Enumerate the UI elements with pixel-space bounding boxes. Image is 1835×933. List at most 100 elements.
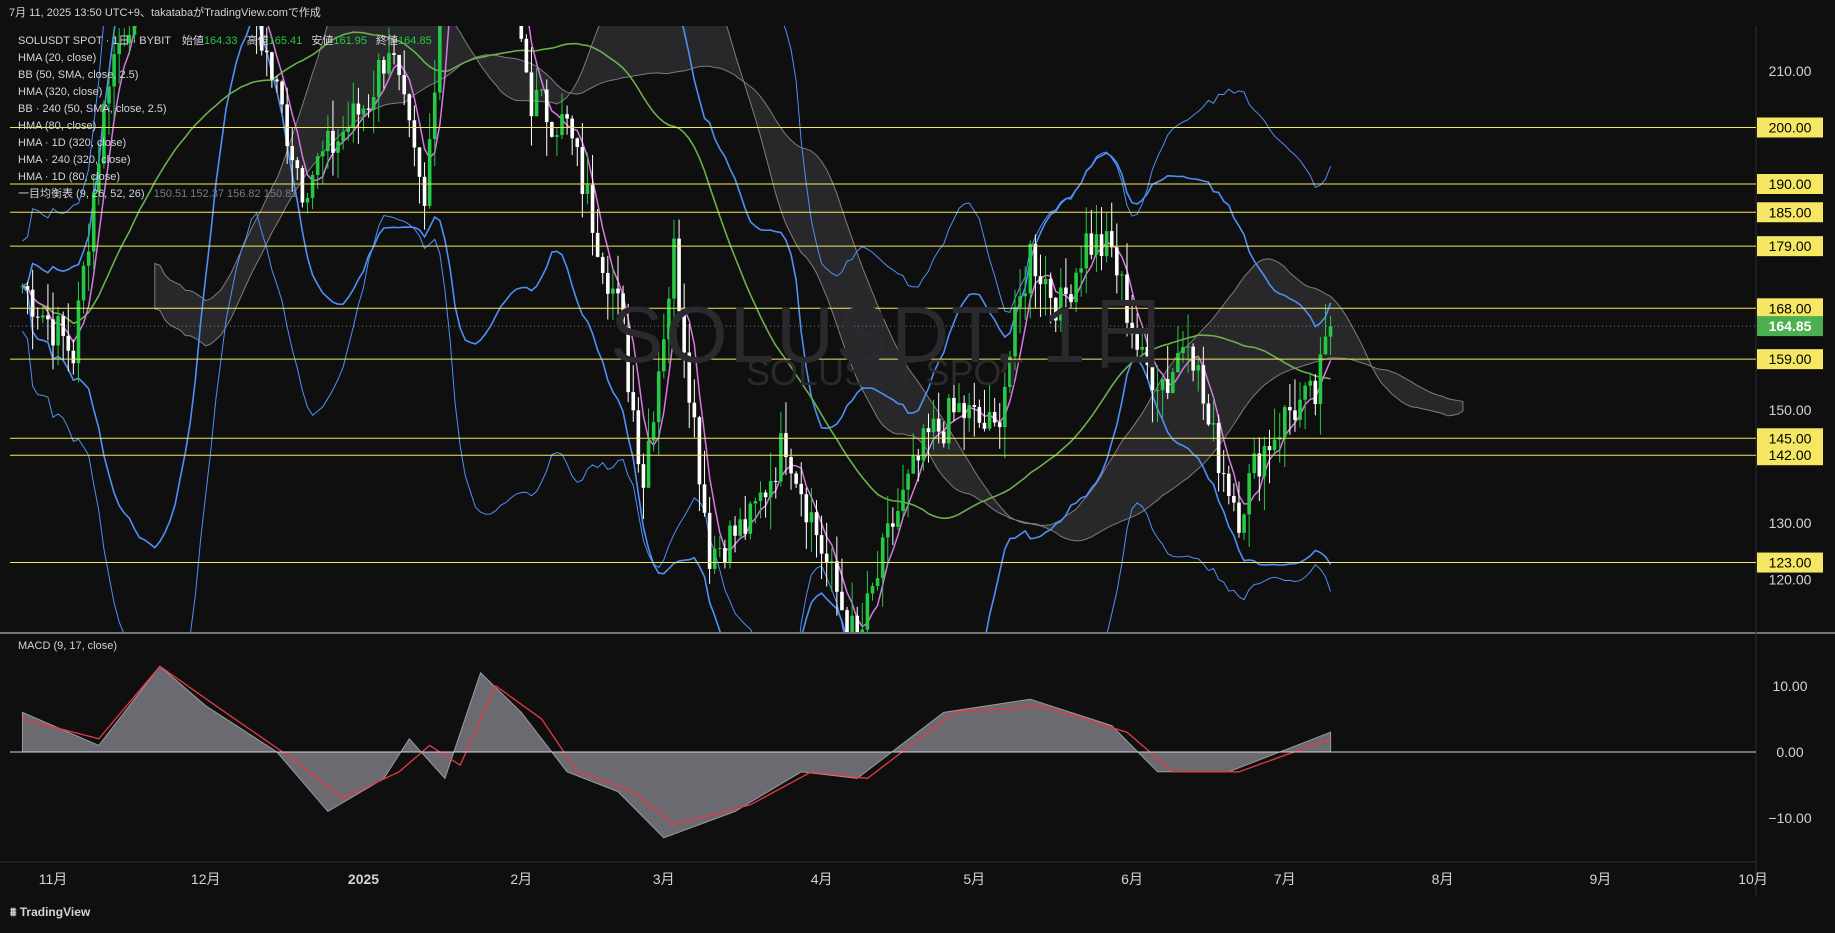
candle-body <box>809 512 814 523</box>
legend-indicator-hma1d-80[interactable]: HMA · 1D (80, close) <box>18 169 432 186</box>
candle-body <box>41 315 45 318</box>
candle-body <box>692 402 697 418</box>
legend-symbol-row[interactable]: SOLUSDT SPOT · 1日 · BYBIT 始値164.33 高値165… <box>18 33 432 50</box>
price-axis-tick-label: 210.00 <box>1769 63 1812 79</box>
candle-body <box>931 418 936 433</box>
legend-symbol: SOLUSDT SPOT · 1日 · BYBIT <box>18 35 171 47</box>
candle-body <box>1171 372 1175 394</box>
candle-body <box>534 90 539 117</box>
time-axis-tick-label: 2月 <box>510 871 532 887</box>
candle-body <box>936 418 941 432</box>
candle-body <box>580 146 585 194</box>
candle-body <box>443 0 447 8</box>
candle-body <box>733 525 737 536</box>
legend-open-value: 164.33 <box>203 35 238 47</box>
candle-body <box>799 483 804 495</box>
legend-indicator-hma20[interactable]: HMA (20, close) <box>18 50 432 67</box>
horizontal-level-label: 168.00 <box>1769 300 1812 316</box>
legend-close-label: 終値 <box>376 35 399 47</box>
candle-body <box>911 455 916 474</box>
candle-body <box>71 350 76 364</box>
candle-body <box>600 256 605 273</box>
candle-body <box>763 492 768 498</box>
watermark-sub: SOLUSDT SPOT <box>746 352 1024 393</box>
legend-close-value: 164.85 <box>398 35 432 47</box>
candle-body <box>255 0 259 22</box>
candle-body <box>748 503 753 534</box>
candle-body <box>560 114 564 136</box>
candle-body <box>738 519 742 536</box>
legend-high-value: 165.41 <box>268 35 303 47</box>
legend-indicator-hma80[interactable]: HMA (80, close) <box>18 118 432 135</box>
time-axis-tick-label: 9月 <box>1589 871 1611 887</box>
legend-indicator-ichimoku[interactable]: 一目均衡表 (9, 26, 52, 26) 150.51 152.37 156.… <box>18 186 432 203</box>
candle-body <box>814 512 819 536</box>
candle-body <box>1232 495 1236 503</box>
candle-body <box>61 316 65 336</box>
candle-body <box>432 92 437 140</box>
candle-body <box>1237 502 1241 533</box>
candle-body <box>35 316 40 318</box>
candle-body <box>901 489 905 511</box>
horizontal-level-label: 185.00 <box>1769 204 1812 220</box>
candle-body <box>641 464 646 488</box>
candle-body <box>1196 365 1201 371</box>
candle-body <box>1206 403 1211 425</box>
candle-body <box>438 26 442 93</box>
candle-body <box>1257 453 1262 477</box>
price-axis-tick-label: 130.00 <box>1769 515 1812 531</box>
candle-body <box>1226 473 1231 496</box>
candle-body <box>646 440 651 488</box>
candle-body <box>565 114 569 119</box>
candle-body <box>636 410 641 465</box>
candle-body <box>723 548 727 563</box>
legend-indicator-bb240[interactable]: BB · 240 (50, SMA, close, 2.5) <box>18 101 432 118</box>
candle-body <box>957 403 961 413</box>
time-axis-tick-label: 11月 <box>39 871 68 887</box>
legend-indicator-hma240-320[interactable]: HMA · 240 (320, close) <box>18 152 432 169</box>
candle-body <box>1272 439 1277 451</box>
candle-body <box>585 184 590 194</box>
candle-body <box>972 405 977 407</box>
candle-body <box>1216 422 1221 474</box>
legend-indicator-hma1d-320[interactable]: HMA · 1D (320, close) <box>18 135 432 152</box>
tradingview-logo[interactable]: ⩩ TradingView <box>10 905 90 920</box>
candle-body <box>1293 410 1297 420</box>
candle-body <box>875 578 880 586</box>
legend-indicator-bb50[interactable]: BB (50, SMA, close, 2.5) <box>18 67 432 84</box>
candle-body <box>835 561 839 592</box>
macd-pane-label[interactable]: MACD (9, 17, close) <box>18 640 117 652</box>
candle-body <box>773 480 778 482</box>
horizontal-level-label: 190.00 <box>1769 176 1812 192</box>
candle-body <box>66 335 71 351</box>
candle-body <box>555 135 559 137</box>
horizontal-level-label: 145.00 <box>1769 430 1812 446</box>
candle-body <box>850 615 854 632</box>
candle-body <box>30 289 35 317</box>
candle-body <box>595 232 600 257</box>
candle-body <box>1242 514 1246 533</box>
candle-body <box>855 615 860 632</box>
legend-low-value: 161.95 <box>333 35 367 47</box>
candle-body <box>76 300 81 364</box>
candle-body <box>728 525 732 563</box>
ichimoku-values: 150.51 152.37 156.82 150.81 <box>153 188 298 200</box>
candle-body <box>987 412 992 429</box>
macd-axis-tick-label: 10.00 <box>1772 678 1807 694</box>
candle-body <box>885 523 890 538</box>
indicator-legend: SOLUSDT SPOT · 1日 · BYBIT 始値164.33 高値165… <box>18 33 432 203</box>
candle-body <box>544 89 549 123</box>
candle-body <box>967 405 971 419</box>
time-axis-tick-label: 8月 <box>1432 871 1454 887</box>
candle-body <box>952 398 956 413</box>
candle-body <box>982 422 987 429</box>
candle-body <box>860 629 865 632</box>
candle-body <box>1247 473 1251 515</box>
candle-body <box>941 431 946 444</box>
candle-body <box>697 417 702 485</box>
candle-body <box>529 72 534 117</box>
candle-body <box>896 510 900 527</box>
candle-body <box>524 38 529 73</box>
legend-indicator-hma320[interactable]: HMA (320, close) <box>18 84 432 101</box>
tradingview-logo-text: TradingView <box>19 905 91 919</box>
